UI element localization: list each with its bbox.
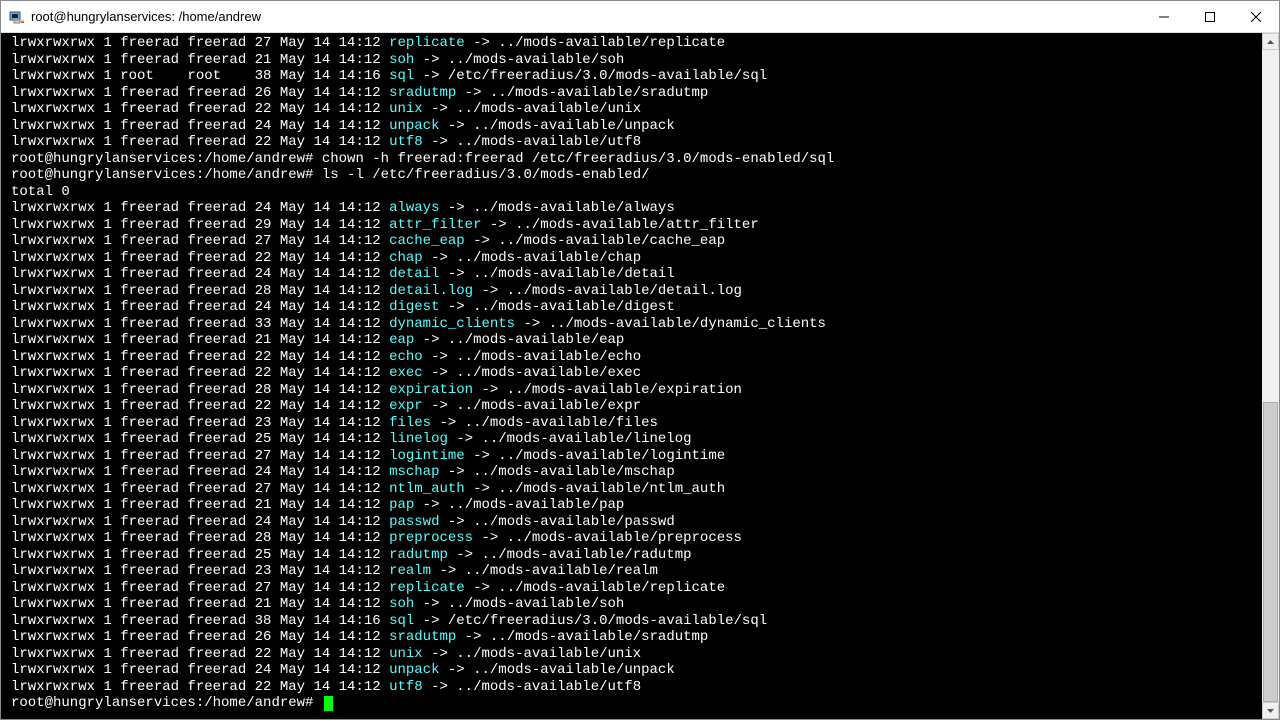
scroll-up-button[interactable] xyxy=(1262,33,1279,50)
listing-line: lrwxrwxrwx 1 freerad freerad 26 May 14 1… xyxy=(11,85,1260,102)
prompt-ls: root@hungrylanservices:/home/andrew# ls … xyxy=(11,167,1260,184)
putty-window: root@hungrylanservices: /home/andrew lrw… xyxy=(0,0,1280,720)
listing-line: lrwxrwxrwx 1 freerad freerad 24 May 14 1… xyxy=(11,464,1260,481)
chevron-down-icon xyxy=(1267,709,1274,713)
listing-line: lrwxrwxrwx 1 freerad freerad 22 May 14 1… xyxy=(11,349,1260,366)
putty-icon xyxy=(9,9,25,25)
minimize-button[interactable] xyxy=(1141,1,1187,32)
listing-line: lrwxrwxrwx 1 freerad freerad 24 May 14 1… xyxy=(11,200,1260,217)
listing-line: lrwxrwxrwx 1 freerad freerad 25 May 14 1… xyxy=(11,547,1260,564)
listing-line: lrwxrwxrwx 1 freerad freerad 23 May 14 1… xyxy=(11,563,1260,580)
listing-line: lrwxrwxrwx 1 freerad freerad 22 May 14 1… xyxy=(11,101,1260,118)
listing-line: lrwxrwxrwx 1 freerad freerad 29 May 14 1… xyxy=(11,217,1260,234)
listing-line: lrwxrwxrwx 1 freerad freerad 33 May 14 1… xyxy=(11,316,1260,333)
prompt-current[interactable]: root@hungrylanservices:/home/andrew# xyxy=(11,695,1260,712)
close-button[interactable] xyxy=(1233,1,1279,32)
listing-line: lrwxrwxrwx 1 freerad freerad 27 May 14 1… xyxy=(11,35,1260,52)
maximize-button[interactable] xyxy=(1187,1,1233,32)
window-controls xyxy=(1141,1,1279,32)
listing-line: lrwxrwxrwx 1 freerad freerad 28 May 14 1… xyxy=(11,283,1260,300)
scrollbar[interactable] xyxy=(1262,33,1279,719)
titlebar[interactable]: root@hungrylanservices: /home/andrew xyxy=(1,1,1279,33)
total-line: total 0 xyxy=(11,184,1260,201)
scrollbar-thumb[interactable] xyxy=(1263,402,1278,702)
prompt-chown: root@hungrylanservices:/home/andrew# cho… xyxy=(11,151,1260,168)
listing-line: lrwxrwxrwx 1 freerad freerad 22 May 14 1… xyxy=(11,679,1260,696)
terminal[interactable]: lrwxrwxrwx 1 freerad freerad 27 May 14 1… xyxy=(1,33,1262,719)
listing-line: lrwxrwxrwx 1 freerad freerad 24 May 14 1… xyxy=(11,662,1260,679)
window-title: root@hungrylanservices: /home/andrew xyxy=(31,9,1141,24)
terminal-container: lrwxrwxrwx 1 freerad freerad 27 May 14 1… xyxy=(1,33,1279,719)
listing-line: lrwxrwxrwx 1 freerad freerad 24 May 14 1… xyxy=(11,266,1260,283)
listing-line: lrwxrwxrwx 1 freerad freerad 21 May 14 1… xyxy=(11,332,1260,349)
listing-line: lrwxrwxrwx 1 freerad freerad 21 May 14 1… xyxy=(11,52,1260,69)
listing-line: lrwxrwxrwx 1 freerad freerad 22 May 14 1… xyxy=(11,646,1260,663)
listing-line: lrwxrwxrwx 1 freerad freerad 38 May 14 1… xyxy=(11,613,1260,630)
listing-line: lrwxrwxrwx 1 freerad freerad 21 May 14 1… xyxy=(11,596,1260,613)
scrollbar-track[interactable] xyxy=(1262,50,1279,702)
listing-line: lrwxrwxrwx 1 freerad freerad 24 May 14 1… xyxy=(11,514,1260,531)
listing-line: lrwxrwxrwx 1 freerad freerad 21 May 14 1… xyxy=(11,497,1260,514)
listing-line: lrwxrwxrwx 1 freerad freerad 22 May 14 1… xyxy=(11,250,1260,267)
maximize-icon xyxy=(1205,12,1215,22)
listing-line: lrwxrwxrwx 1 freerad freerad 23 May 14 1… xyxy=(11,415,1260,432)
close-icon xyxy=(1251,12,1261,22)
listing-line: lrwxrwxrwx 1 freerad freerad 24 May 14 1… xyxy=(11,118,1260,135)
chevron-up-icon xyxy=(1267,40,1274,44)
listing-line: lrwxrwxrwx 1 freerad freerad 24 May 14 1… xyxy=(11,299,1260,316)
listing-line: lrwxrwxrwx 1 freerad freerad 27 May 14 1… xyxy=(11,481,1260,498)
listing-line: lrwxrwxrwx 1 freerad freerad 27 May 14 1… xyxy=(11,233,1260,250)
listing-line: lrwxrwxrwx 1 freerad freerad 22 May 14 1… xyxy=(11,365,1260,382)
listing-line: lrwxrwxrwx 1 freerad freerad 27 May 14 1… xyxy=(11,580,1260,597)
cursor xyxy=(324,696,333,711)
listing-line: lrwxrwxrwx 1 root root 38 May 14 14:16 s… xyxy=(11,68,1260,85)
listing-line: lrwxrwxrwx 1 freerad freerad 22 May 14 1… xyxy=(11,398,1260,415)
listing-line: lrwxrwxrwx 1 freerad freerad 28 May 14 1… xyxy=(11,530,1260,547)
listing-line: lrwxrwxrwx 1 freerad freerad 27 May 14 1… xyxy=(11,448,1260,465)
listing-line: lrwxrwxrwx 1 freerad freerad 22 May 14 1… xyxy=(11,134,1260,151)
listing-line: lrwxrwxrwx 1 freerad freerad 25 May 14 1… xyxy=(11,431,1260,448)
listing-line: lrwxrwxrwx 1 freerad freerad 26 May 14 1… xyxy=(11,629,1260,646)
minimize-icon xyxy=(1159,12,1169,22)
listing-line: lrwxrwxrwx 1 freerad freerad 28 May 14 1… xyxy=(11,382,1260,399)
scroll-down-button[interactable] xyxy=(1262,702,1279,719)
